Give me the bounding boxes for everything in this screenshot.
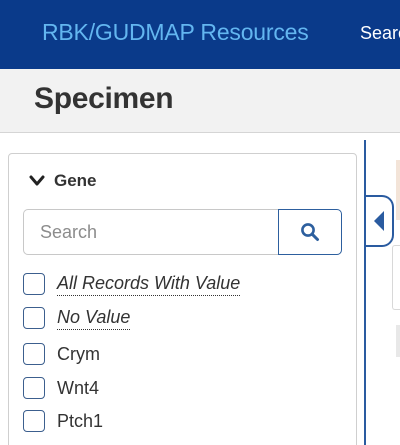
content-edge [396, 160, 400, 220]
option-label: Ptch1 [57, 410, 104, 431]
facet-panel: Gene All Records With Value No Value Cry… [8, 153, 357, 445]
checkbox[interactable] [23, 377, 45, 399]
checkbox[interactable] [23, 410, 45, 432]
title-bar: Specimen [0, 69, 400, 133]
facet-option-ptch1[interactable]: Ptch1 [23, 409, 103, 433]
option-label: Wnt4 [57, 377, 100, 398]
facet-option-crym[interactable]: Crym [23, 342, 100, 366]
top-navbar: RBK/GUDMAP Resources Search [0, 0, 400, 69]
facet-option-all-records[interactable]: All Records With Value [23, 272, 241, 296]
facet-search-button[interactable] [278, 209, 342, 255]
nav-search-link[interactable]: Search [360, 23, 400, 44]
caret-left-icon [374, 211, 384, 231]
facet-search-input[interactable] [23, 209, 279, 255]
checkbox[interactable] [23, 273, 45, 295]
facet-option-wnt4[interactable]: Wnt4 [23, 376, 99, 400]
facet-option-no-value[interactable]: No Value [23, 306, 131, 330]
content-edge [392, 245, 400, 310]
content-edge [396, 325, 400, 357]
brand-link[interactable]: RBK/GUDMAP Resources [42, 19, 309, 46]
checkbox[interactable] [23, 307, 45, 329]
facet-title: Gene [54, 171, 97, 190]
page-title: Specimen [34, 82, 174, 115]
option-label: No Value [57, 307, 131, 330]
sidebar-divider [364, 140, 366, 445]
sidebar-collapse-button[interactable] [366, 195, 394, 247]
facet-header-gene[interactable]: Gene [29, 170, 97, 192]
checkbox[interactable] [23, 343, 45, 365]
search-icon [301, 223, 319, 241]
option-label: Crym [57, 343, 100, 364]
option-label: All Records With Value [57, 273, 241, 296]
chevron-down-icon [29, 175, 45, 186]
